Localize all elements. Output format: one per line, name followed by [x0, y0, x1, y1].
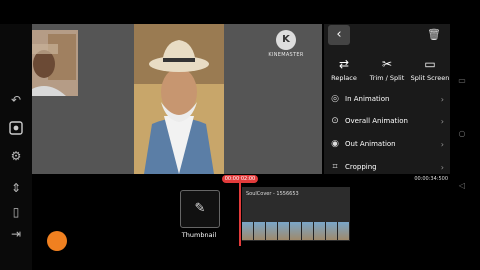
home-icon[interactable]: ○	[456, 129, 468, 138]
in-animation-icon: ◎	[331, 94, 339, 104]
replace-label: Replace	[331, 74, 357, 82]
end-time: 00:00:34:500	[414, 176, 448, 182]
clip-frame	[278, 222, 290, 240]
crop-icon: ⌗	[332, 162, 338, 172]
kinemaster-watermark: K KINEMASTER	[264, 30, 308, 64]
back-button[interactable]: ‹	[328, 25, 350, 45]
video-clip-frames[interactable]	[242, 222, 350, 240]
menu-label: In Animation	[345, 95, 390, 103]
left-toolbar: ↶ ⚙ ⇕ ▯ ⇥	[0, 24, 32, 270]
back-nav-icon[interactable]: ◁	[456, 181, 468, 190]
menu-label: Cropping	[345, 163, 377, 171]
jump-end-icon[interactable]: ⇥	[8, 226, 24, 242]
delete-button[interactable]: 🗑	[427, 28, 441, 42]
clip-frame	[314, 222, 326, 240]
main-clip-image[interactable]	[134, 24, 224, 174]
split-screen-icon: ▭	[424, 57, 436, 71]
trash-icon: 🗑	[427, 28, 441, 41]
split-screen-label: Split Screen	[410, 74, 450, 82]
menu-overall-animation[interactable]: ⊙ Overall Animation ›	[328, 111, 448, 131]
menu-cropping[interactable]: ⌗ Cropping ›	[328, 157, 448, 177]
playhead-cursor[interactable]	[239, 178, 241, 246]
out-animation-icon: ◉	[331, 139, 339, 149]
clip-frame	[290, 222, 302, 240]
replace-button[interactable]: ⇄ Replace	[320, 56, 368, 82]
clip-frame	[242, 222, 254, 240]
chevron-right-icon: ›	[440, 139, 444, 149]
chevron-left-icon: ‹	[336, 27, 342, 42]
recent-apps-icon[interactable]: ▭	[456, 76, 468, 85]
menu-label: Overall Animation	[345, 117, 408, 125]
capture-frame-icon[interactable]	[8, 120, 24, 136]
clip-frame	[266, 222, 278, 240]
chevron-right-icon: ›	[440, 162, 444, 172]
add-media-button[interactable]	[47, 231, 67, 251]
replace-icon: ⇄	[338, 57, 350, 71]
timeline-expand-icon[interactable]: ⇕	[8, 180, 24, 196]
pencil-icon: ✎	[194, 201, 206, 216]
track-lock-icon[interactable]: ▯	[8, 204, 24, 220]
thumbnail-button[interactable]: ✎	[180, 190, 220, 228]
trim-split-label: Trim / Split	[369, 74, 405, 82]
clip-frame	[302, 222, 314, 240]
chevron-right-icon: ›	[440, 116, 444, 126]
trim-split-button[interactable]: ✂ Trim / Split	[363, 56, 411, 82]
track-name: SoulCover - 1556653	[246, 191, 299, 197]
settings-icon[interactable]: ⚙	[8, 148, 24, 164]
split-screen-button[interactable]: ▭ Split Screen	[406, 56, 454, 82]
kinemaster-logo-icon: K	[276, 30, 296, 50]
menu-out-animation[interactable]: ◉ Out Animation ›	[328, 134, 448, 154]
overall-animation-icon: ⊙	[331, 116, 339, 126]
watermark-text: KINEMASTER	[268, 52, 304, 58]
undo-icon[interactable]: ↶	[8, 92, 24, 108]
thumbnail-label: Thumbnail	[181, 231, 217, 239]
scissors-icon: ✂	[381, 57, 393, 71]
clip-frame	[326, 222, 338, 240]
menu-label: Out Animation	[345, 140, 396, 148]
clip-frame	[338, 222, 350, 240]
clip-frame	[254, 222, 266, 240]
chevron-right-icon: ›	[440, 94, 444, 104]
menu-in-animation[interactable]: ◎ In Animation ›	[328, 89, 448, 109]
